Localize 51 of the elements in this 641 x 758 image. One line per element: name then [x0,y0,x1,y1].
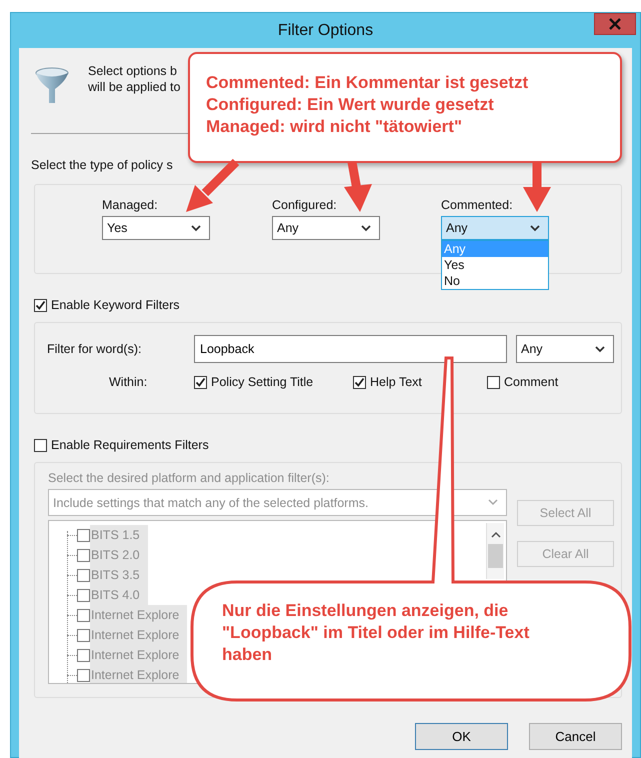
ok-button[interactable]: OK [415,723,508,750]
checkbox-label: Help Text [370,375,422,389]
pointer-arrow [523,162,551,212]
section-label: Select the type of policy s [31,158,174,172]
chevron-icon [361,224,371,232]
pointer-arrow [186,158,240,212]
chevron-icon [595,346,605,352]
checkbox[interactable] [487,376,500,388]
funnel-icon [34,67,70,105]
platform-label: Internet Explore [90,665,188,683]
checkbox-label: Enable Keyword Filters [51,298,180,312]
platform-label: BITS 4.0 [90,585,148,605]
keyword-field[interactable]: Loopback [194,335,507,363]
field-label: Within: [109,375,148,389]
close-button[interactable] [594,13,636,35]
intro-text: will be applied to [88,79,180,95]
field-label: Filter for word(s): [47,342,142,356]
pointer-arrow [344,161,372,212]
scroll-up-icon [490,531,500,538]
chevron-icon [191,224,201,232]
cancel-button[interactable]: Cancel [529,723,622,750]
callout-text: Nur die Einstellungen anzeigen, die "Loopback" im Titel oder im Hilfe-Text haben [222,600,530,666]
filter-label: Managed: [102,198,159,212]
callout-text: Commented: Ein Kommentar ist gesetzt Configured: Ein Wert wurde gesetzt Managed: wird nicht "tätowiert" [206,72,528,138]
filter-label: Commented: [441,198,514,212]
platform-label: Internet Explore [90,625,188,645]
dropdown[interactable]: Any [272,216,380,240]
checkbox[interactable] [34,298,47,312]
dropdown-option[interactable]: Yes [442,257,548,273]
dropdown[interactable]: Any [441,216,549,240]
checkbox[interactable] [353,376,366,388]
hint-text: Select the desired platform and application filter(s): [48,471,330,485]
checkbox-label: Enable Requirements Filters [51,438,209,452]
platform-label: BITS 3.5 [90,565,148,585]
filter-label: Configured: [272,198,338,212]
dropdown[interactable]: Any [516,335,614,363]
checkbox-label: Comment [504,375,558,389]
dropdown-option[interactable]: No [442,273,548,289]
platform-label: BITS 2.0 [90,545,148,565]
scroll-thumb[interactable] [488,544,503,568]
chevron-icon [530,224,540,232]
platform-label: Internet Explore [90,645,188,665]
close-icon [609,18,621,30]
window-title: Filter Options [278,22,374,40]
dropdown[interactable]: Yes [102,216,210,240]
platform-label: BITS 1.5 [90,525,148,545]
intro-text: Select options b [88,63,178,79]
platform-label: Internet Explore [90,605,188,625]
checkbox-label: Policy Setting Title [211,375,314,389]
chevron-icon [488,499,498,506]
checkbox[interactable] [194,376,207,388]
